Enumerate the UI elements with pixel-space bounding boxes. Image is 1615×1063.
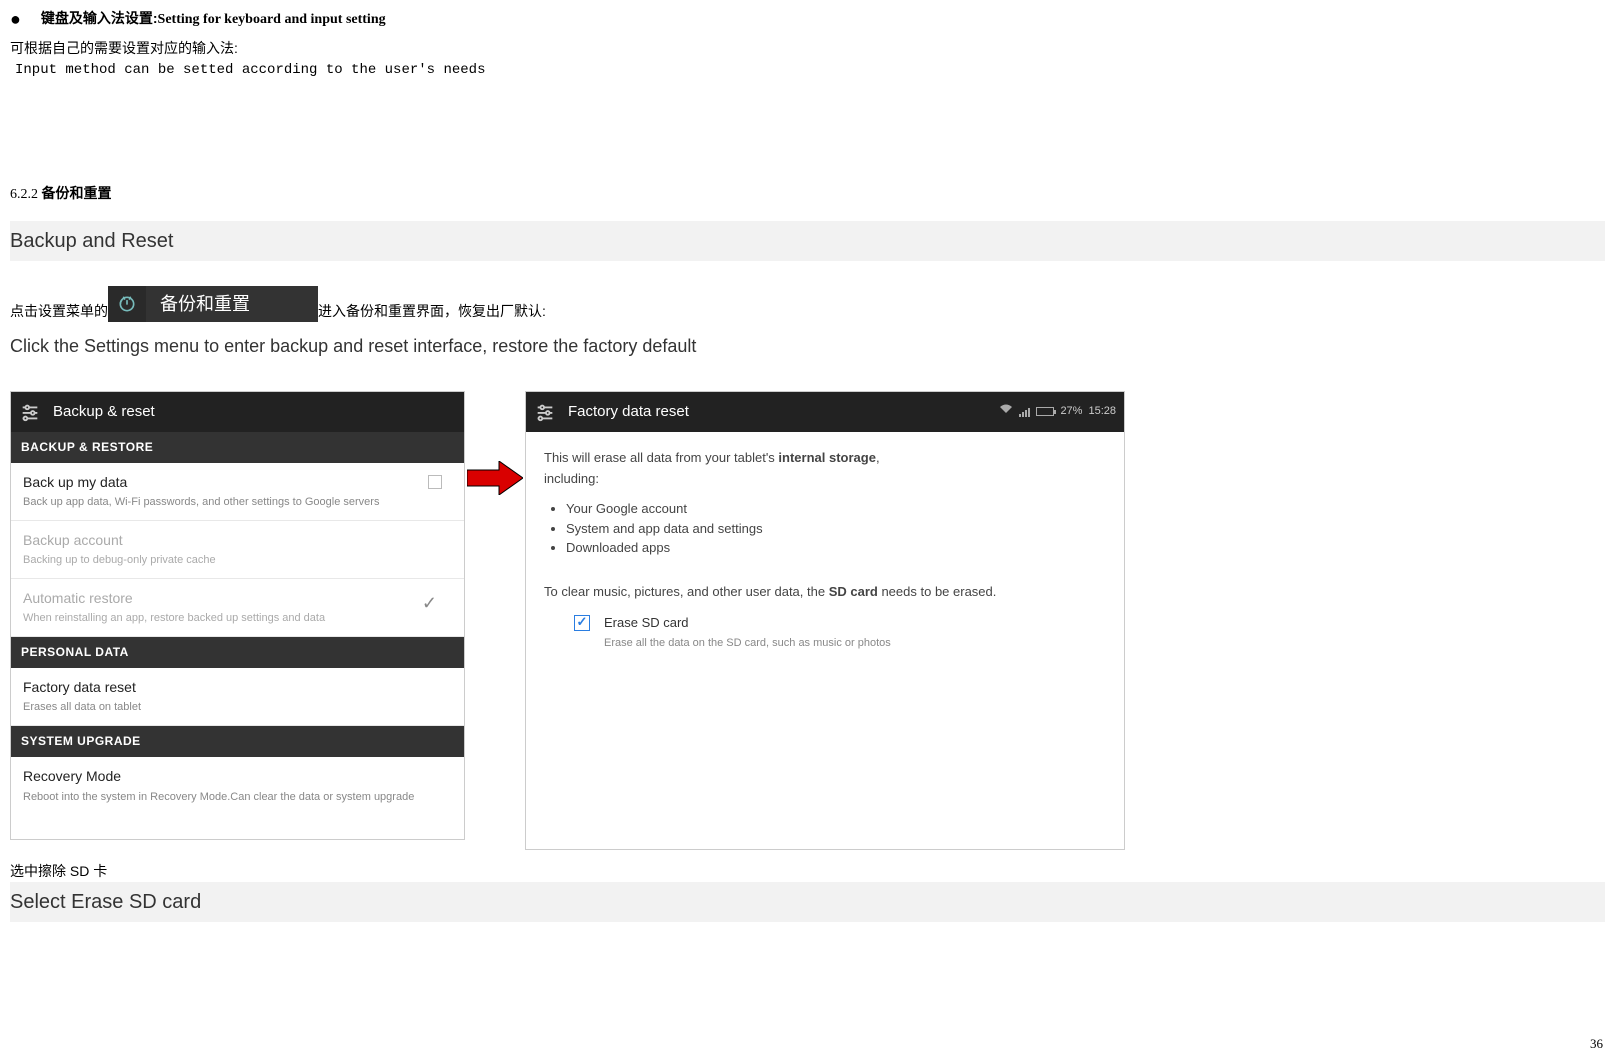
screenshots-row: Backup & reset BACKUP & RESTORE Back up … (10, 391, 1605, 850)
item-title: Recovery Mode (23, 765, 452, 787)
list-item: System and app data and settings (566, 519, 1106, 539)
ss1-sec-personal: PERSONAL DATA (11, 637, 464, 668)
item-title: Factory data reset (23, 676, 452, 698)
ss2-list: Your Google account System and app data … (544, 499, 1106, 558)
check-icon: ✓ (422, 589, 437, 618)
ss1-item-backup-data[interactable]: Back up my data Back up app data, Wi-Fi … (11, 463, 464, 521)
ss1-sec-upgrade: SYSTEM UPGRADE (11, 726, 464, 757)
item-sub: Reboot into the system in Recovery Mode.… (23, 789, 452, 807)
en-instruction: Click the Settings menu to enter backup … (10, 332, 1605, 361)
item-title: Automatic restore (23, 587, 422, 609)
item-sub: Backing up to debug-only private cache (23, 552, 452, 570)
menu-badge-label: 备份和重置 (146, 290, 318, 319)
inline-cn-before: 点击设置菜单的 (10, 300, 108, 322)
backup-reset-menu-badge: 备份和重置 (108, 286, 318, 322)
bullet-dot: ● (10, 5, 21, 34)
battery-icon (1036, 407, 1054, 416)
battery-pct: 27% (1060, 403, 1082, 421)
inline-instruction-row: 点击设置菜单的 备份和重置 进入备份和重置界面，恢复出厂默认: (10, 286, 1605, 322)
erase-sd-row[interactable]: ✓ Erase SD card Erase all the data on th… (544, 613, 1106, 653)
ss2-header: Factory data reset 27% 15:28 (526, 392, 1124, 432)
ss2-intro-line: This will erase all data from your table… (544, 448, 1106, 490)
item-sub: Back up app data, Wi-Fi passwords, and o… (23, 494, 428, 512)
red-arrow-icon (467, 461, 523, 501)
item-title: Backup account (23, 529, 452, 551)
checkbox-checked-icon[interactable]: ✓ (574, 615, 590, 631)
ss1-item-auto-restore: Automatic restore When reinstalling an a… (11, 579, 464, 637)
section-number: 6.2.2 (10, 187, 42, 202)
item-sub: Erases all data on tablet (23, 699, 452, 717)
screenshot-backup-reset: Backup & reset BACKUP & RESTORE Back up … (10, 391, 465, 840)
section-heading: 6.2.2 备份和重置 (10, 182, 1605, 206)
page-number: 36 (1590, 1034, 1603, 1055)
bullet-heading: ● 键盘及输入法设置:Setting for keyboard and inpu… (10, 5, 1605, 34)
bottom-cn-line: 选中擦除 SD 卡 (10, 860, 1605, 882)
item-sub: When reinstalling an app, restore backed… (23, 610, 422, 628)
bullet-en-text: Setting for keyboard and input setting (158, 12, 386, 27)
status-time: 15:28 (1088, 403, 1116, 421)
sliders-icon (534, 401, 556, 423)
section-cn: 备份和重置 (42, 185, 112, 201)
ss1-item-factory-reset[interactable]: Factory data reset Erases all data on ta… (11, 668, 464, 726)
screenshot-factory-reset: Factory data reset 27% 15:28 This will e… (525, 391, 1125, 850)
inline-cn-after: 进入备份和重置界面，恢复出厂默认: (318, 300, 546, 322)
status-bar-right: 27% 15:28 (999, 403, 1116, 421)
ss2-sdcard-line: To clear music, pictures, and other user… (544, 582, 1106, 603)
wifi-icon (999, 403, 1013, 421)
ss2-body: This will erase all data from your table… (526, 432, 1124, 849)
arrow-between (465, 391, 525, 501)
item-title: Back up my data (23, 471, 428, 493)
list-item: Downloaded apps (566, 538, 1106, 558)
ss2-title: Factory data reset (568, 400, 689, 424)
ss1-sec-backup: BACKUP & RESTORE (11, 432, 464, 463)
signal-icon (1019, 407, 1030, 417)
ss1-header: Backup & reset (11, 392, 464, 432)
ss1-title: Backup & reset (53, 400, 155, 424)
erase-sub: Erase all the data on the SD card, such … (604, 635, 891, 653)
cn-line-1: 可根据自己的需要设置对应的输入法: (10, 37, 1605, 59)
sliders-icon (19, 401, 41, 423)
gray-heading-erase: Select Erase SD card (10, 882, 1605, 922)
mono-line: Input method can be setted according to … (10, 59, 1605, 81)
erase-title: Erase SD card (604, 613, 891, 634)
ss1-item-recovery[interactable]: Recovery Mode Reboot into the system in … (11, 757, 464, 814)
ss1-item-backup-account: Backup account Backing up to debug-only … (11, 521, 464, 579)
backup-icon (108, 286, 146, 322)
gray-heading-backup: Backup and Reset (10, 221, 1605, 261)
bullet-cn-text: 键盘及输入法设置: (41, 10, 158, 26)
list-item: Your Google account (566, 499, 1106, 519)
checkbox-unchecked-icon[interactable] (428, 475, 442, 489)
